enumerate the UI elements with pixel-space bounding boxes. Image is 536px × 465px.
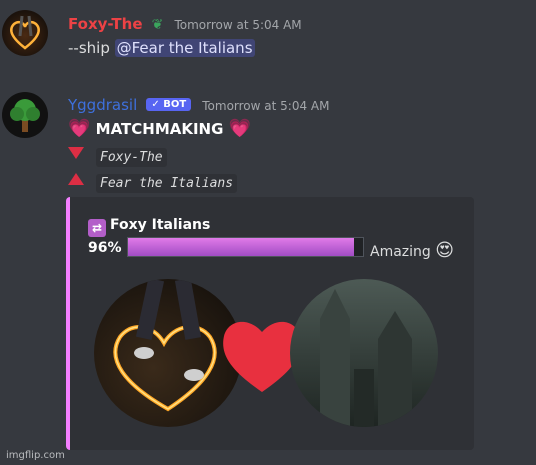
command-text: --ship [68, 39, 115, 57]
author-name[interactable]: Yggdrasil [68, 96, 137, 114]
down-triangle-icon [68, 147, 84, 159]
sprout-icon: ❦ [151, 17, 164, 33]
timestamp: Tomorrow at 5:04 AM [202, 99, 330, 113]
tree-icon [10, 99, 40, 132]
user-mention[interactable]: @Fear the Italians [114, 39, 255, 57]
second-user-code: Fear the Italians [96, 174, 238, 193]
heart-icon: 💗 [228, 118, 252, 139]
match-percent: 96% [88, 240, 122, 256]
up-triangle-icon [68, 173, 84, 185]
match-progress-fill [128, 238, 354, 256]
gothic-city-image [320, 289, 412, 427]
fire-heart-avatar-image [10, 15, 40, 50]
match-progress-bar [127, 237, 364, 257]
match-verdict: Amazing [370, 244, 431, 260]
avatar-yggdrasil[interactable] [2, 92, 48, 138]
verdict-row: Amazing 😍 [370, 240, 454, 261]
user-image-right [290, 279, 438, 427]
message-foxy: Foxy-The ❦ Tomorrow at 5:04 AM --ship @F… [0, 0, 536, 70]
heart-icon: 💗 [68, 118, 91, 139]
matchmaking-heading: MATCHMAKING [95, 120, 224, 138]
shuffle-icon: ⇄ [88, 219, 106, 237]
author-name[interactable]: Foxy-The [68, 15, 143, 33]
embed-title: Foxy Italians [110, 217, 211, 233]
first-user-code: Foxy-The [96, 148, 167, 167]
avatar-foxy[interactable] [2, 10, 48, 56]
bot-tag: ✓ BOT [146, 98, 192, 111]
timestamp: Tomorrow at 5:04 AM [174, 18, 302, 32]
watermark: imgflip.com [6, 450, 65, 461]
heart-eyes-emoji-icon: 😍 [435, 240, 455, 261]
match-embed: ⇄ Foxy Italians 96% Amazing 😍 [66, 197, 474, 450]
embed-title-row: ⇄ Foxy Italians [88, 217, 210, 237]
